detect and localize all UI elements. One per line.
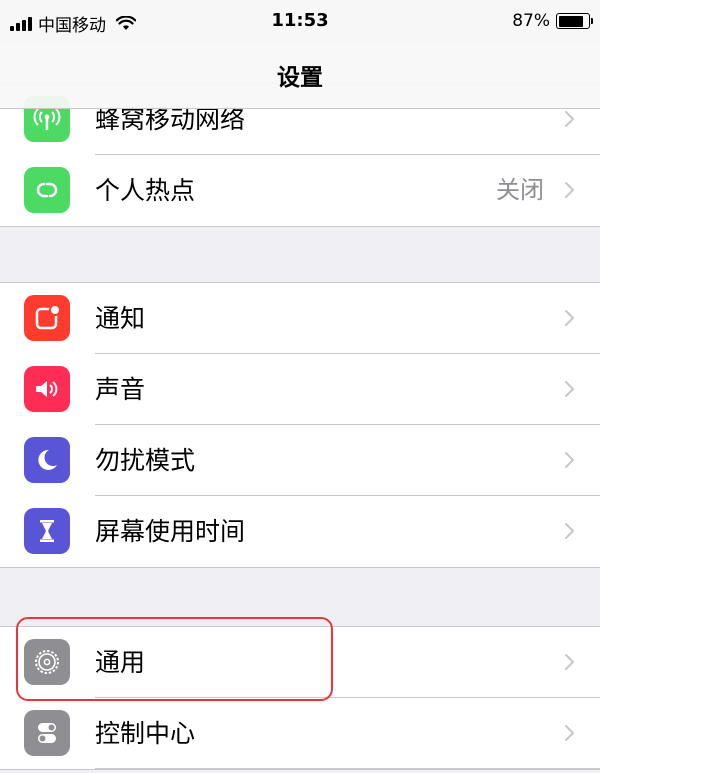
settings-row-screen-time[interactable]: 屏幕使用时间	[0, 496, 600, 567]
hotspot-link-icon	[24, 167, 70, 213]
toggles-icon	[24, 710, 70, 756]
hourglass-icon	[24, 508, 70, 554]
speaker-icon	[24, 366, 70, 412]
settings-row-label: 个人热点	[95, 176, 196, 205]
settings-row-label: 声音	[95, 375, 146, 404]
settings-row-sounds[interactable]: 声音	[0, 354, 600, 425]
chevron-right-icon	[565, 654, 574, 670]
settings-row-control-center[interactable]: 控制中心	[0, 698, 600, 769]
settings-group-alerts: 通知 声音 勿扰模式 屏幕使用时间	[0, 282, 600, 568]
notifications-icon	[24, 295, 70, 341]
chevron-right-icon	[565, 452, 574, 468]
settings-row-do-not-disturb[interactable]: 勿扰模式	[0, 425, 600, 496]
battery-percentage: 87%	[512, 11, 550, 31]
chevron-right-icon	[565, 111, 574, 127]
chevron-right-icon	[565, 310, 574, 326]
status-bar-overlay: 中国移动 11:53 87%	[0, 0, 600, 44]
settings-row-label: 通知	[95, 304, 146, 333]
battery-area: 87%	[512, 11, 593, 31]
page-title: 设置	[277, 65, 323, 91]
settings-row-hotspot[interactable]: 个人热点 关闭	[0, 155, 600, 226]
settings-row-notifications[interactable]: 通知	[0, 283, 600, 354]
chevron-right-icon	[565, 523, 574, 539]
settings-screen: 中国移动 11:53 87% 设置	[0, 0, 600, 773]
chevron-right-icon	[565, 381, 574, 397]
settings-row-label: 勿扰模式	[95, 446, 196, 475]
highlight-annotation-box	[16, 617, 333, 701]
hotspot-status-value: 关闭	[496, 176, 544, 204]
chevron-right-icon	[565, 182, 574, 198]
settings-row-label: 屏幕使用时间	[95, 517, 246, 546]
row-divider	[95, 768, 600, 769]
chevron-right-icon	[565, 725, 574, 741]
settings-row-label: 控制中心	[95, 719, 196, 748]
battery-icon	[556, 13, 593, 29]
moon-icon	[24, 437, 70, 483]
status-time: 11:53	[271, 10, 329, 31]
